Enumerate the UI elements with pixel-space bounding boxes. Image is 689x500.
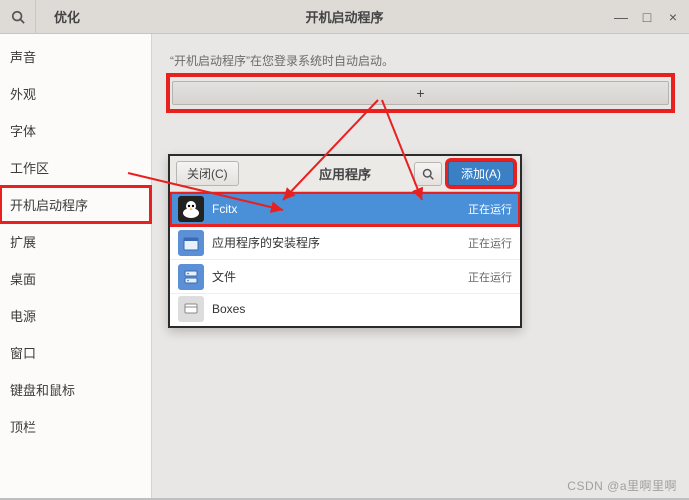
sidebar-item-label: 电源 (10, 309, 36, 324)
search-icon (11, 10, 25, 24)
close-button[interactable]: × (667, 11, 679, 23)
files-icon (178, 264, 204, 290)
sidebar-item-desktop[interactable]: 桌面 (0, 260, 151, 297)
app-list[interactable]: Fcitx 正在运行 应用程序的安装程序 正在运行 文件 正在运行 Boxes (170, 192, 520, 326)
titlebar: 优化 开机启动程序 — □ × (0, 0, 689, 34)
app-row-files[interactable]: 文件 正在运行 (170, 260, 520, 294)
sidebar-item-label: 扩展 (10, 235, 36, 250)
add-plus-icon: + (416, 85, 424, 101)
app-chooser-dialog: 关闭(C) 应用程序 添加(A) Fcitx 正在运行 应用程序的安装程序 正在… (168, 154, 522, 328)
add-startup-button[interactable]: + (172, 81, 669, 105)
sidebar: 声音 外观 字体 工作区 开机启动程序 扩展 桌面 电源 窗口 键盘和鼠标 顶栏 (0, 34, 152, 498)
app-status-label: 正在运行 (468, 235, 512, 251)
fcitx-icon (178, 196, 204, 222)
sidebar-item-label: 窗口 (10, 346, 36, 361)
sidebar-item-label: 工作区 (10, 161, 49, 176)
sidebar-item-topbar[interactable]: 顶栏 (0, 408, 151, 445)
sidebar-item-extensions[interactable]: 扩展 (0, 223, 151, 260)
sidebar-item-appearance[interactable]: 外观 (0, 75, 151, 112)
page-title: 开机启动程序 (305, 7, 383, 26)
button-label: 关闭(C) (187, 167, 228, 181)
search-button[interactable] (0, 0, 36, 34)
sidebar-item-sound[interactable]: 声音 (0, 38, 151, 75)
titlebar-left: 优化 (0, 0, 98, 33)
boxes-icon (178, 296, 204, 322)
dialog-add-button[interactable]: 添加(A) (448, 161, 514, 186)
app-name-label: Boxes (212, 302, 512, 316)
installer-icon (178, 230, 204, 256)
sidebar-item-windows[interactable]: 窗口 (0, 334, 151, 371)
sidebar-item-label: 声音 (10, 50, 36, 65)
startup-description: “开机启动程序”在您登录系统时自动启动。 (170, 52, 671, 69)
window-controls: — □ × (605, 0, 689, 33)
sidebar-item-workspaces[interactable]: 工作区 (0, 149, 151, 186)
sidebar-item-label: 外观 (10, 87, 36, 102)
sidebar-item-fonts[interactable]: 字体 (0, 112, 151, 149)
dialog-title: 应用程序 (319, 164, 371, 183)
sidebar-item-startup[interactable]: 开机启动程序 (0, 186, 151, 223)
dialog-close-button[interactable]: 关闭(C) (176, 161, 239, 186)
watermark: CSDN @a里啊里啊 (567, 477, 677, 494)
button-label: 添加(A) (461, 167, 501, 181)
app-name: 优化 (36, 7, 98, 26)
add-bar-highlight: + (170, 77, 671, 109)
sidebar-item-label: 字体 (10, 124, 36, 139)
minimize-button[interactable]: — (615, 11, 627, 23)
sidebar-item-label: 桌面 (10, 272, 36, 287)
search-icon (422, 168, 434, 180)
sidebar-item-label: 顶栏 (10, 420, 36, 435)
app-row-installer[interactable]: 应用程序的安装程序 正在运行 (170, 226, 520, 260)
app-row-fcitx[interactable]: Fcitx 正在运行 (170, 192, 520, 226)
app-name-label: 应用程序的安装程序 (212, 234, 468, 251)
app-name-label: Fcitx (212, 202, 468, 216)
app-name-label: 文件 (212, 268, 468, 285)
app-status-label: 正在运行 (468, 201, 512, 217)
app-row-boxes[interactable]: Boxes (170, 294, 520, 324)
maximize-button[interactable]: □ (641, 11, 653, 23)
dialog-header: 关闭(C) 应用程序 添加(A) (170, 156, 520, 192)
app-status-label: 正在运行 (468, 269, 512, 285)
sidebar-item-label: 键盘和鼠标 (10, 383, 75, 398)
dialog-search-button[interactable] (414, 162, 442, 186)
sidebar-item-keyboard[interactable]: 键盘和鼠标 (0, 371, 151, 408)
sidebar-item-power[interactable]: 电源 (0, 297, 151, 334)
sidebar-item-label: 开机启动程序 (10, 198, 88, 213)
